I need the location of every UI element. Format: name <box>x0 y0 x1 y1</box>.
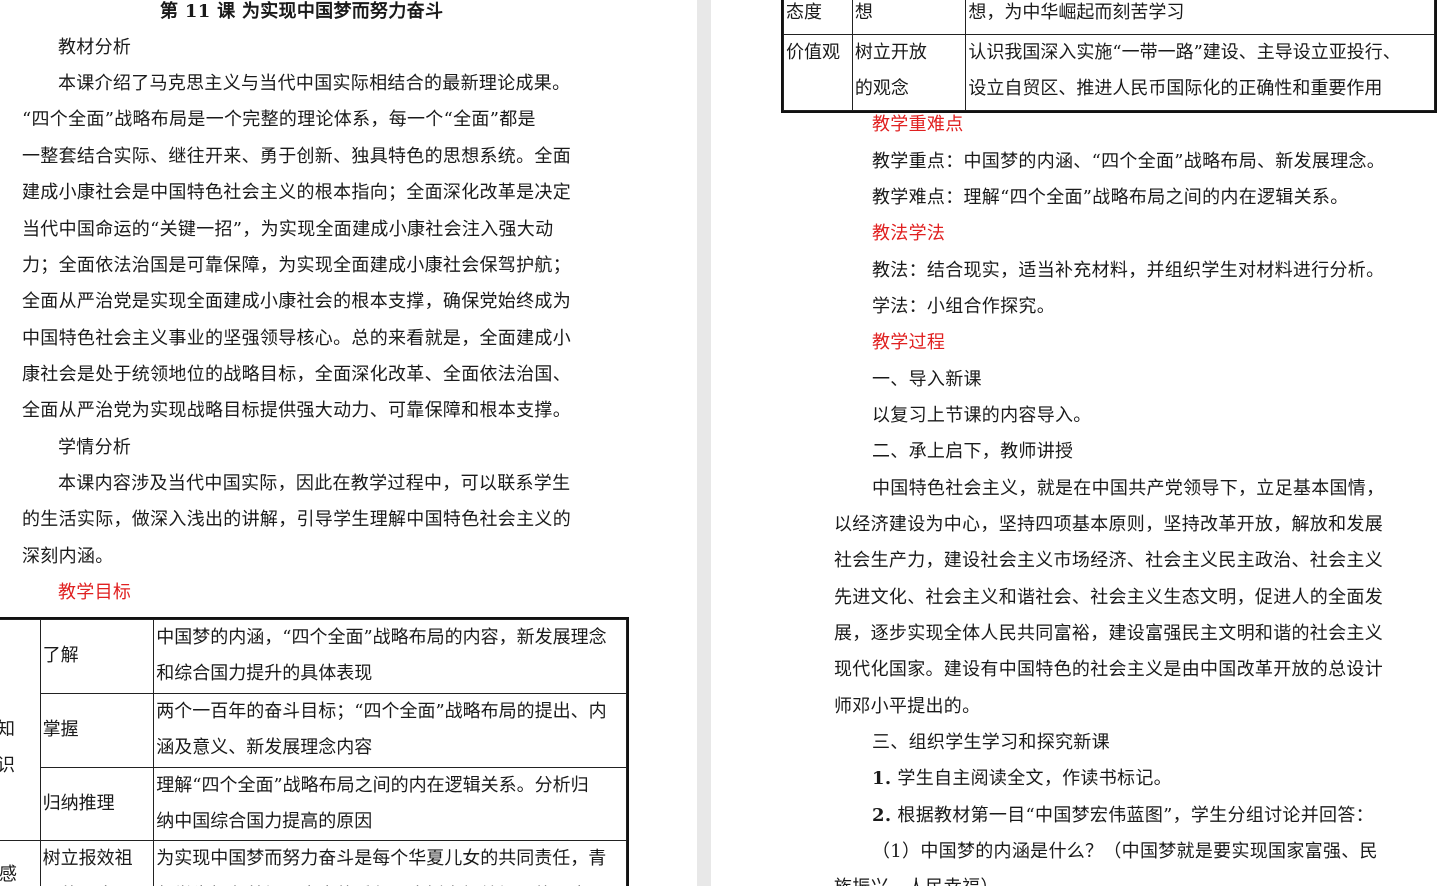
table-row: 知 识 了解 中国梦的内涵，“四个全面”战略布局的内容，新发展理念 和综合国力提… <box>0 618 627 842</box>
process-step: 二、承上启下，教师讲授 <box>872 441 1074 462</box>
text-line: 社会生产力，建设社会主义市场经济、社会主义民主政治、社会主义 <box>834 550 1383 571</box>
process-step: 一、导入新课 <box>872 369 982 390</box>
text-line: 康社会是处于统领地位的战略目标，全面深化改革、全面依法治国、 <box>22 364 571 385</box>
cell-line: 国的远大理 <box>43 878 152 886</box>
lesson-title: 第 11 课 为实现中国梦而努力奋斗 <box>160 1 444 22</box>
label-cell: 树立开放 的观念 <box>851 34 967 111</box>
cell-line: 两个一百年的奋斗目标；“四个全面”战略布局的提出、内 <box>156 700 607 722</box>
category-cell: 态度 <box>783 0 853 35</box>
cell-line: 为实现中国梦而努力奋斗是每个华夏儿女的共同责任，青 <box>156 848 607 870</box>
content-cell: 认识我国深入实施“一带一路”建设、主导设立亚投行、 设立自贸区、推进人民币国际化… <box>965 34 1435 111</box>
text-line: 建成小康社会是中国特色社会主义的根本指向；全面深化改革是决定 <box>22 182 571 203</box>
heading-textbook-analysis: 教材分析 <box>58 37 132 58</box>
cell-line: 树立报效祖 <box>42 848 133 870</box>
category-cell: 价值观 <box>783 34 853 111</box>
cell-line: 的观念 <box>854 78 909 100</box>
learning-method-line: 学法：小组合作探究。 <box>872 296 1055 317</box>
text-line: 展，逐步实现全体人民共同富裕，建设富强民主文明和谐的社会主义 <box>834 623 1383 644</box>
heading-key-points: 教学重难点 <box>872 114 964 135</box>
text-line: 本课介绍了马克思主义与当代中国实际相结合的最新理论成果。 <box>58 73 571 94</box>
list-number: 1. <box>872 768 892 789</box>
content-cell: 中国梦的内涵，“四个全面”战略布局的内容，新发展理念 和综合国力提升的具体表现 <box>153 619 627 694</box>
text-line: 全面从严治党是实现全面建成小康社会的根本支撑，确保党始终成为 <box>22 291 571 312</box>
category-char: 知 <box>0 712 38 748</box>
text-line: 一整套结合实际、继往开来、勇于创新、独具特色的思想系统。全面 <box>22 146 571 167</box>
heading-teaching-goals: 教学目标 <box>58 582 132 603</box>
text-line: 师邓小平提出的。 <box>834 696 981 717</box>
list-item: 1. 学生自主阅读全文，作读书标记。 <box>872 761 1172 797</box>
process-step: 以复习上节课的内容导入。 <box>872 405 1092 426</box>
text-line: 本课内容涉及当代中国实际，因此在教学过程中，可以联系学生 <box>58 473 571 494</box>
label-cell: 掌握 <box>39 692 155 768</box>
key-point-line: 教学重点：中国梦的内涵、“四个全面”战略布局、新发展理念。 <box>872 151 1386 172</box>
text-line: 中国特色社会主义，就是在中国共产党领导下，立足基本国情， <box>872 478 1385 499</box>
table-row: 价值观 树立开放 的观念 认识我国深入实施“一带一路”建设、主导设立亚投行、 设… <box>783 34 1435 111</box>
text-line: 先进文化、社会主义和谐社会、社会主义生态文明，促进人的全面发 <box>834 587 1383 608</box>
right-page: 态度 想 想，为中华崛起而刻苦学习 价值观 树立开放 的观念 认识我国深入实施“… <box>711 0 1445 886</box>
cell-line: 设立自贸区、推进人民币国际化的正确性和重要作用 <box>968 78 1383 100</box>
content-cell: 想，为中华崛起而刻苦学习 <box>965 0 1435 35</box>
label-cell: 归纳推理 <box>39 766 155 842</box>
table-row: 掌握 两个一百年的奋斗目标；“四个全面”战略布局的提出、内 涵及意义、新发展理念… <box>0 692 627 768</box>
heading-process: 教学过程 <box>872 332 946 353</box>
cell-line: 年学生担负着祖国未来的重任，应树立报效祖国的远大理 <box>156 878 624 886</box>
text-line: 现代化国家。建设有中国特色的社会主义是由中国改革开放的总设计 <box>834 659 1383 680</box>
text-line: 当代中国命运的“关键一招”，为实现全面建成小康社会注入强大动 <box>22 219 554 240</box>
content-cell: 理解“四个全面”战略布局之间的内在逻辑关系。分析归 纳中国综合国力提高的原因 <box>153 766 627 842</box>
table-row: 态度 想 想，为中华崛起而刻苦学习 <box>783 0 1435 35</box>
goals-table: 知 识 了解 中国梦的内涵，“四个全面”战略布局的内容，新发展理念 和综合国力提… <box>0 616 629 886</box>
text-line: 全面从严治党为实现战略目标提供强大动力、可靠保障和根本支撑。 <box>22 400 571 421</box>
text-line: 的生活实际，做深入浅出的讲解，引导学生理解中国特色社会主义的 <box>22 509 571 530</box>
label-cell: 树立报效祖 国的远大理 <box>39 840 155 886</box>
text-line: 深刻内涵。 <box>22 546 114 567</box>
label-cell: 了解 <box>39 619 155 694</box>
list-item: 2. 根据教材第一目“中国梦宏伟蓝图”，学生分组讨论并回答： <box>872 798 1374 834</box>
process-step: 三、组织学生学习和探究新课 <box>872 732 1110 753</box>
category-cell: 知 识 <box>0 618 41 842</box>
cell-line: 和综合国力提升的具体表现 <box>156 663 373 685</box>
category-cell: 感 <box>0 840 41 886</box>
text-line: 力；全面依法治国是可靠保障，为实现全面建成小康社会保驾护航； <box>22 255 571 276</box>
cell-line: 中国梦的内涵，“四个全面”战略布局的内容，新发展理念 <box>156 627 607 648</box>
cell-line: 树立开放 <box>854 42 927 63</box>
label-cell: 想 <box>851 0 967 35</box>
difficult-point-line: 教学难点：理解“四个全面”战略布局之间的内在逻辑关系。 <box>872 187 1349 208</box>
table-row: 感 树立报效祖 国的远大理 为实现中国梦而努力奋斗是每个华夏儿女的共同责任，青 … <box>0 840 627 886</box>
teaching-method-line: 教法：结合现实，适当补充材料，并组织学生对材料进行分析。 <box>872 260 1385 281</box>
table-row: 归纳推理 理解“四个全面”战略布局之间的内在逻辑关系。分析归 纳中国综合国力提高… <box>0 766 627 842</box>
cell-line: 涵及意义、新发展理念内容 <box>156 737 373 759</box>
heading-student-analysis: 学情分析 <box>58 437 132 458</box>
content-cell: 两个一百年的奋斗目标；“四个全面”战略布局的提出、内 涵及意义、新发展理念内容 <box>153 692 627 768</box>
content-cell: 为实现中国梦而努力奋斗是每个华夏儿女的共同责任，青 年学生担负着祖国未来的重任，… <box>153 840 627 886</box>
cell-line: 理解“四个全面”战略布局之间的内在逻辑关系。分析归 <box>156 774 589 796</box>
left-page: 第 11 课 为实现中国梦而努力奋斗 教材分析 本课介绍了马克思主义与当代中国实… <box>0 0 697 886</box>
question-line: 族振兴、人民幸福） <box>834 870 999 886</box>
category-char: 识 <box>0 748 38 784</box>
cell-line: 认识我国深入实施“一带一路”建设、主导设立亚投行、 <box>968 42 1401 63</box>
text-line: “四个全面”战略布局是一个完整的理论体系，每一个“全面”都是 <box>22 109 536 130</box>
question-line: （1）中国梦的内涵是什么？（中国梦就是要实现国家富强、民 <box>872 841 1378 862</box>
text-line: 以经济建设为中心，坚持四项基本原则，坚持改革开放，解放和发展 <box>834 514 1383 535</box>
cell-line: 纳中国综合国力提高的原因 <box>156 811 373 833</box>
text-line: 中国特色社会主义事业的坚强领导核心。总的来看就是，全面建成小 <box>22 328 571 349</box>
values-table: 态度 想 想，为中华崛起而刻苦学习 价值观 树立开放 的观念 认识我国深入实施“… <box>781 0 1437 113</box>
list-text: 根据教材第一目“中国梦宏伟蓝图”，学生分组讨论并回答： <box>891 805 1374 826</box>
heading-methods: 教法学法 <box>872 223 946 244</box>
list-number: 2. <box>872 805 892 826</box>
page-gutter <box>697 0 711 886</box>
list-text: 学生自主阅读全文，作读书标记。 <box>891 768 1172 789</box>
